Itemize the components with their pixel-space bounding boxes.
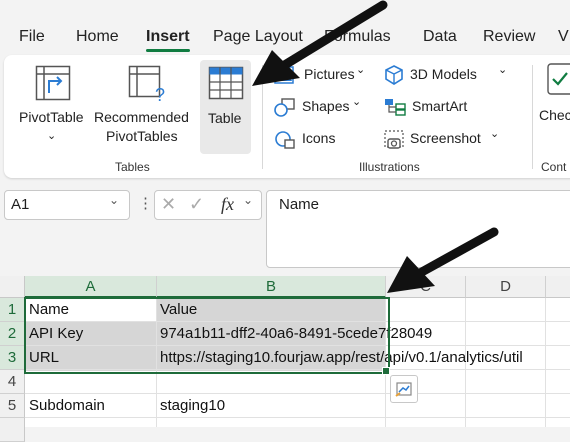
annotation-arrows [252, 0, 499, 293]
arrow-to-table-icon [252, 0, 388, 86]
arrow-to-selection-icon [387, 227, 499, 293]
